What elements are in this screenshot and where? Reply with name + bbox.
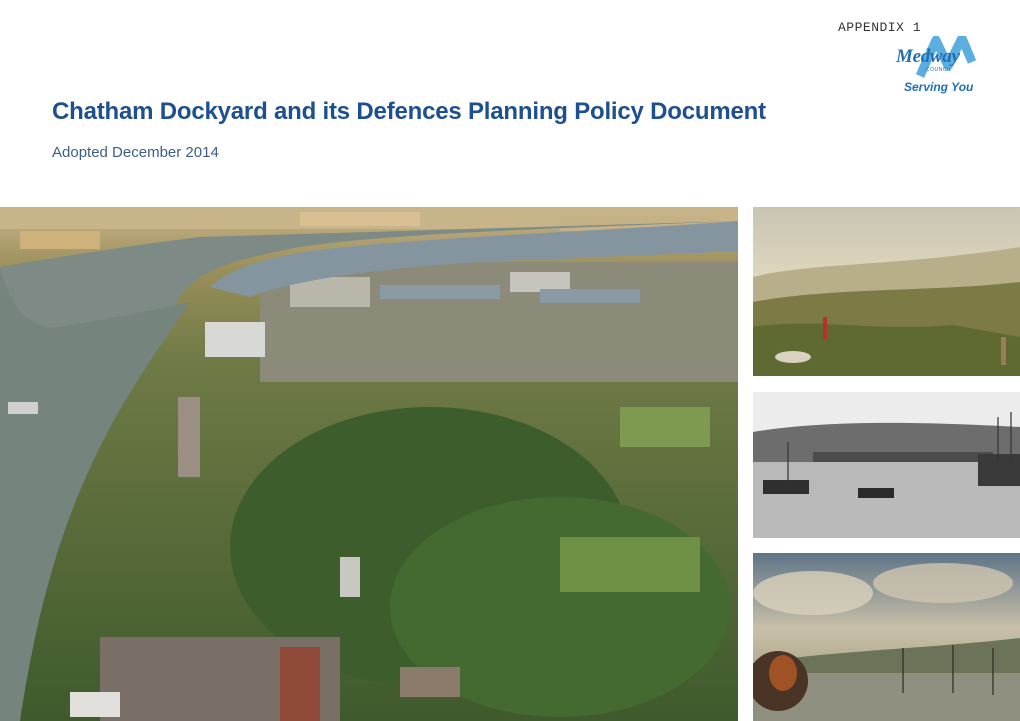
appendix-label: APPENDIX 1 [838, 20, 922, 35]
aerial-photo [0, 207, 738, 721]
naval-battle-painting [753, 553, 1020, 721]
historic-dockyard-photo [753, 392, 1020, 538]
document-title: Chatham Dockyard and its Defences Planni… [52, 98, 766, 125]
logo-tagline: Serving You [904, 80, 974, 94]
landscape-painting [753, 207, 1020, 376]
medway-council-logo: Medway COUNCIL Serving You [892, 36, 992, 96]
logo-council-text: COUNCIL [926, 67, 953, 73]
adoption-date: Adopted December 2014 [52, 144, 219, 161]
logo-wordmark: Medway [896, 46, 960, 67]
